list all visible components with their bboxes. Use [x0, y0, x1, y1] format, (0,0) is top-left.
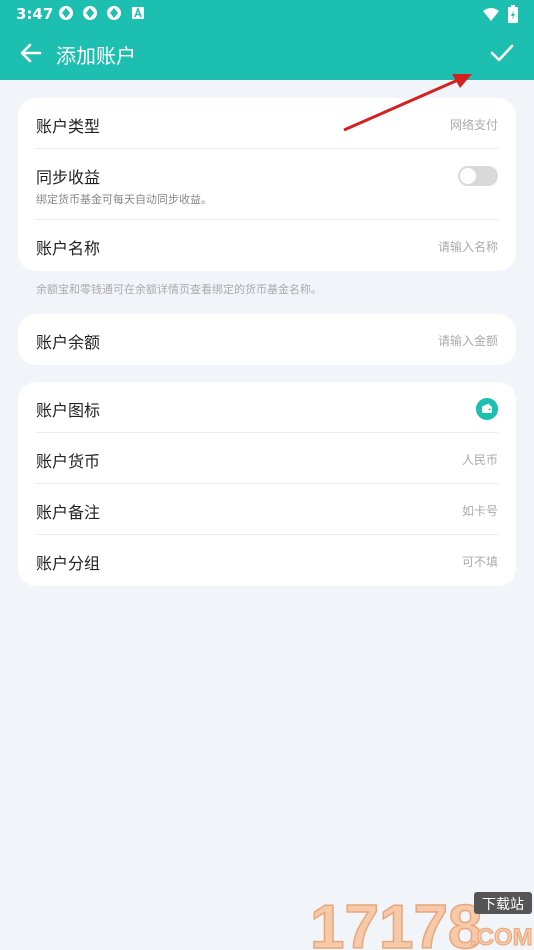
account-currency-value: 人民币	[461, 453, 498, 467]
sync-icon	[83, 6, 97, 20]
sync-earnings-row: 同步收益 绑定货币基金可每天自动同步收益。	[36, 149, 498, 220]
sync-earnings-description: 绑定货币基金可每天自动同步收益。	[36, 193, 212, 206]
account-name-label: 账户名称	[36, 239, 101, 258]
sync-earnings-toggle[interactable]	[458, 166, 498, 186]
battery-icon	[508, 5, 518, 23]
a-icon	[132, 6, 144, 19]
account-balance-input[interactable]: 请输入金额	[438, 332, 498, 349]
toggle-knob	[460, 168, 476, 184]
notification-icons	[58, 5, 146, 21]
account-details-card: 账户图标 账户货币 人民币 账户备注 如卡号 账户分组 可不填	[18, 382, 516, 586]
account-currency-row[interactable]: 账户货币 人民币	[36, 433, 498, 484]
svg-text:下载站: 下载站	[482, 897, 524, 913]
account-icon-row[interactable]: 账户图标	[36, 382, 498, 433]
status-bar: 3:47	[0, 0, 534, 28]
account-note-input[interactable]: 如卡号	[462, 502, 498, 519]
svg-text:17178: 17178	[310, 893, 482, 950]
account-group-row[interactable]: 账户分组 可不填	[36, 535, 498, 586]
svg-text:.COM: .COM	[470, 924, 533, 950]
app-header: 3:47 添加账户	[0, 0, 534, 80]
balance-card: 账户余额 请输入金额	[18, 314, 516, 365]
page-title: 添加账户	[56, 44, 136, 68]
sync-icon	[107, 6, 121, 20]
account-name-row[interactable]: 账户名称 请输入名称	[36, 220, 498, 271]
account-note-row[interactable]: 账户备注 如卡号	[36, 484, 498, 535]
account-currency-label: 账户货币	[36, 452, 101, 471]
status-right-icons	[482, 5, 518, 23]
wallet-icon[interactable]	[476, 398, 498, 420]
account-icon-label: 账户图标	[36, 401, 101, 420]
account-note-label: 账户备注	[36, 503, 101, 522]
sync-icon	[59, 6, 73, 20]
check-icon[interactable]	[488, 40, 516, 66]
account-info-card: 账户类型 网络支付 同步收益 绑定货币基金可每天自动同步收益。 账户名称 请输入…	[18, 98, 516, 271]
arrow-left-icon[interactable]	[18, 40, 44, 66]
account-type-value: 网络支付	[449, 118, 498, 132]
account-group-label: 账户分组	[36, 554, 101, 573]
account-name-input[interactable]: 请输入名称	[438, 238, 498, 255]
sync-earnings-label: 同步收益	[36, 168, 101, 187]
account-type-row[interactable]: 账户类型 网络支付	[36, 98, 498, 149]
wifi-icon	[483, 8, 499, 21]
account-type-label: 账户类型	[36, 117, 101, 136]
account-group-input[interactable]: 可不填	[462, 553, 498, 570]
fund-hint-text: 余额宝和零钱通可在余额详情页查看绑定的货币基金名称。	[36, 283, 322, 296]
account-balance-row[interactable]: 账户余额 请输入金额	[36, 314, 498, 365]
account-balance-label: 账户余额	[36, 333, 101, 352]
site-watermark-logo: 17178 下载站 .COM	[309, 892, 533, 950]
status-time: 3:47	[16, 5, 54, 23]
